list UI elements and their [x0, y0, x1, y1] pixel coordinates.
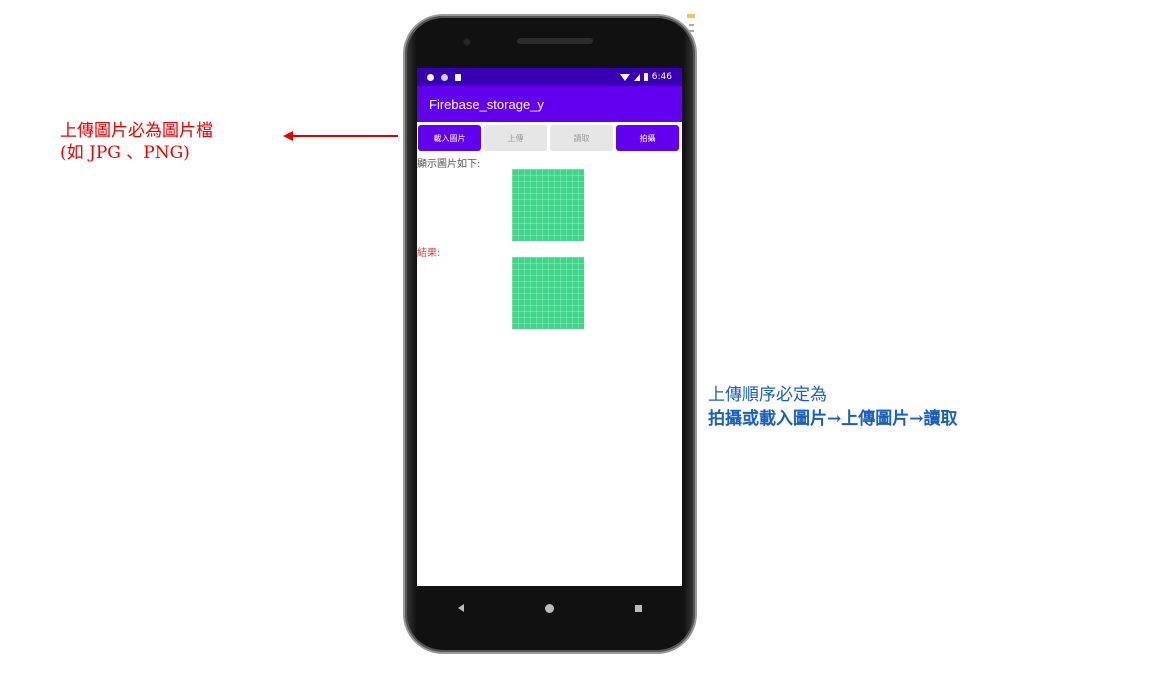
sequence-step-b: 上傳圖片	[841, 409, 910, 429]
earpiece-speaker	[517, 38, 593, 44]
left-annotation-line1: 上傳圖片必為圖片檔	[60, 121, 213, 141]
right-arrow-icon: →	[827, 409, 842, 429]
app-bar: Firebase_storage_y	[417, 86, 682, 122]
notification-icon	[441, 73, 448, 81]
capture-button[interactable]: 拍攝	[616, 125, 679, 151]
right-arrow-icon: →	[909, 409, 924, 429]
sequence-step-c: 讀取	[923, 409, 958, 429]
recents-icon[interactable]	[634, 604, 642, 612]
phone-frame: 6:46 Firebase_storage_y 載入圖片 上傳 讀取 拍攝 顯示…	[405, 16, 695, 652]
sequence-step-a: 拍攝或載入圖片	[708, 409, 827, 429]
left-annotation-line2: (如 JPG 、PNG)	[60, 143, 190, 163]
navigation-bar	[417, 586, 682, 630]
front-camera	[463, 38, 471, 46]
button-row: 載入圖片 上傳 讀取 拍攝	[417, 122, 682, 152]
load-image-button[interactable]: 載入圖片	[418, 125, 481, 151]
status-time: 6:46	[651, 72, 672, 82]
right-annotation-sequence: 拍攝或載入圖片→上傳圖片→讀取	[708, 407, 958, 431]
display-image-label: 顯示圖片如下:	[417, 159, 481, 170]
phone-screen: 6:46 Firebase_storage_y 載入圖片 上傳 讀取 拍攝 顯示…	[417, 68, 682, 586]
read-button[interactable]: 讀取	[550, 125, 613, 151]
result-label: 結果:	[417, 248, 441, 259]
wifi-icon	[619, 73, 630, 81]
battery-icon	[643, 73, 648, 81]
right-annotation: 上傳順序必定為 拍攝或載入圖片→上傳圖片→讀取	[708, 383, 958, 431]
right-annotation-line1: 上傳順序必定為	[708, 385, 827, 405]
sd-card-icon	[455, 73, 461, 81]
status-bar: 6:46	[417, 68, 682, 86]
preview-image	[512, 169, 584, 241]
back-icon[interactable]	[457, 604, 464, 612]
upload-button[interactable]: 上傳	[484, 125, 547, 151]
shield-icon	[427, 73, 434, 81]
home-icon[interactable]	[544, 603, 554, 613]
signal-icon	[633, 73, 640, 81]
red-arrow-icon	[283, 131, 398, 141]
left-annotation: 上傳圖片必為圖片檔 (如 JPG 、PNG)	[60, 120, 213, 164]
app-title: Firebase_storage_y	[429, 96, 544, 112]
result-image	[512, 257, 584, 329]
